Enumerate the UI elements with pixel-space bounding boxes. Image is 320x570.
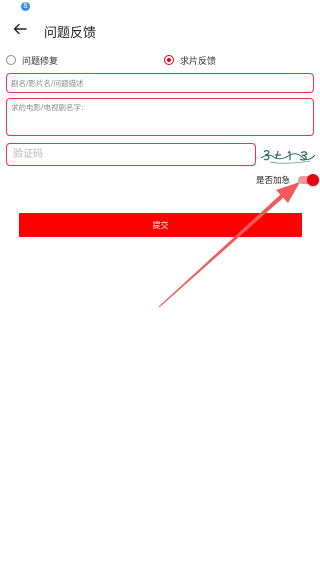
radio-option-request-label: 求片反馈: [180, 56, 217, 67]
captcha-image[interactable]: [260, 143, 316, 167]
back-button[interactable]: [8, 17, 32, 41]
page-title: 问题反馈: [44, 26, 97, 41]
notification-icon: ß: [21, 2, 30, 11]
radio-option-fix[interactable]: 问题修复: [6, 52, 58, 68]
back-arrow-icon: [13, 23, 27, 35]
captcha-input[interactable]: [6, 143, 256, 166]
toggle-thumb: [307, 174, 319, 186]
detail-textarea[interactable]: [6, 98, 314, 136]
radio-option-request[interactable]: 求片反馈: [164, 52, 216, 68]
app-bar: 问题反馈: [0, 14, 320, 48]
radio-option-fix-label: 问题修复: [22, 56, 59, 67]
submit-button[interactable]: 提交: [19, 213, 302, 237]
title-input[interactable]: [6, 73, 314, 93]
radio-unchecked-icon: [6, 55, 16, 65]
urgent-label: 是否加急: [256, 176, 291, 186]
status-bar: ß: [0, 0, 320, 14]
radio-checked-icon: [164, 55, 174, 65]
urgent-toggle[interactable]: [296, 174, 319, 186]
